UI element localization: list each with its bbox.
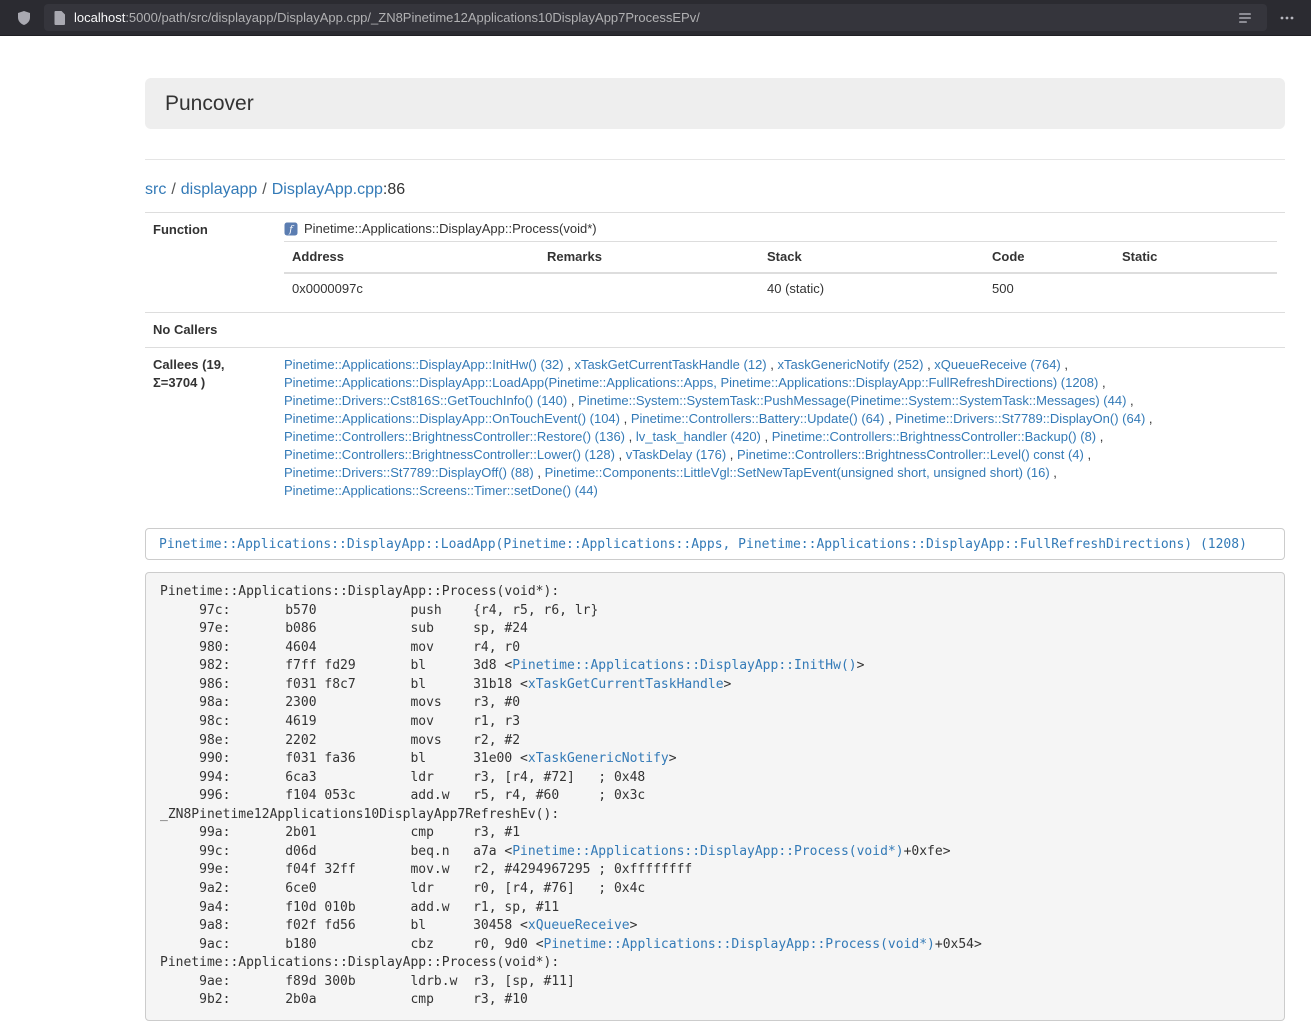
table-row-callees: Callees (19, Σ=3704 ) Pinetime::Applicat… — [145, 348, 1285, 509]
stats-header-row: Address Remarks Stack Code Static — [284, 242, 1277, 274]
tracking-protection-button[interactable] — [10, 5, 38, 31]
remarks-value — [539, 273, 759, 304]
callee-link[interactable]: Pinetime::System::SystemTask::PushMessag… — [578, 393, 1126, 408]
callee-link[interactable]: Pinetime::Drivers::St7789::DisplayOn() (… — [895, 411, 1145, 426]
assembly-symbol-link[interactable]: Pinetime::Applications::DisplayApp::Proc… — [544, 937, 935, 952]
browser-toolbar: localhost:5000/path/src/displayapp/Displ… — [0, 0, 1311, 36]
shield-icon — [16, 10, 32, 26]
column-remarks: Remarks — [539, 242, 759, 274]
function-cell: f Pinetime::Applications::DisplayApp::Pr… — [276, 213, 1285, 313]
table-row-function: Function f Pinetime::Applications::Displ… — [145, 213, 1285, 313]
assembly-code: Pinetime::Applications::DisplayApp::Proc… — [145, 572, 1285, 1021]
highlighted-callee-box: Pinetime::Applications::DisplayApp::Load… — [145, 528, 1285, 560]
callee-link[interactable]: Pinetime::Controllers::Battery::Update()… — [631, 411, 885, 426]
breadcrumb: src/displayapp/DisplayApp.cpp:86 — [145, 180, 1285, 200]
jumbotron: Puncover — [145, 78, 1285, 129]
highlighted-callee-link[interactable]: Pinetime::Applications::DisplayApp::Load… — [159, 537, 1247, 552]
page-actions-menu-button[interactable] — [1273, 5, 1301, 31]
static-value — [1114, 273, 1277, 304]
callees-cell: Pinetime::Applications::DisplayApp::Init… — [276, 348, 1285, 509]
callees-label: Callees (19, Σ=3704 ) — [145, 348, 276, 509]
callee-link[interactable]: Pinetime::Applications::DisplayApp::OnTo… — [284, 411, 620, 426]
breadcrumb-item-displayapp[interactable]: displayapp — [181, 181, 258, 198]
callee-link[interactable]: Pinetime::Drivers::Cst816S::GetTouchInfo… — [284, 393, 567, 408]
stack-value: 40 (static) — [759, 273, 984, 304]
breadcrumb-separator: / — [171, 181, 175, 198]
assembly-symbol-link[interactable]: xTaskGenericNotify — [528, 751, 669, 766]
callee-link[interactable]: Pinetime::Controllers::BrightnessControl… — [737, 447, 1084, 462]
callee-link[interactable]: Pinetime::Applications::DisplayApp::Init… — [284, 357, 564, 372]
callee-link[interactable]: xTaskGetCurrentTaskHandle (12) — [574, 357, 766, 372]
column-address: Address — [284, 242, 539, 274]
callee-link[interactable]: xQueueReceive (764) — [934, 357, 1060, 372]
function-name: Pinetime::Applications::DisplayApp::Proc… — [304, 221, 597, 237]
callee-link[interactable]: vTaskDelay (176) — [626, 447, 726, 462]
callee-link[interactable]: Pinetime::Components::LittleVgl::SetNewT… — [545, 465, 1050, 480]
table-row-callers: No Callers — [145, 313, 1285, 348]
callee-link[interactable]: Pinetime::Applications::DisplayApp::Load… — [284, 375, 1098, 390]
assembly-symbol-link[interactable]: Pinetime::Applications::DisplayApp::Proc… — [512, 844, 903, 859]
breadcrumb-item-src[interactable]: src — [145, 181, 166, 198]
divider — [145, 159, 1285, 160]
callee-link[interactable]: lv_task_handler (420) — [636, 429, 761, 444]
page-container: Puncover src/displayapp/DisplayApp.cpp:8… — [130, 78, 1300, 1021]
function-icon: f — [284, 222, 298, 236]
breadcrumb-item-file[interactable]: DisplayApp.cpp — [272, 181, 383, 198]
url-text: localhost:5000/path/src/displayapp/Displ… — [74, 10, 700, 25]
breadcrumb-separator: / — [262, 181, 266, 198]
column-stack: Stack — [759, 242, 984, 274]
assembly-symbol-link[interactable]: xTaskGetCurrentTaskHandle — [528, 677, 724, 692]
address-value: 0x0000097c — [284, 273, 539, 304]
url-path: :5000/path/src/displayapp/DisplayApp.cpp… — [125, 10, 700, 25]
symbol-stats-table: Address Remarks Stack Code Static 0x0000… — [284, 241, 1277, 304]
callers-cell — [276, 313, 1285, 348]
symbol-table: Function f Pinetime::Applications::Displ… — [145, 212, 1285, 508]
reader-mode-button[interactable] — [1233, 7, 1257, 29]
code-value: 500 — [984, 273, 1114, 304]
breadcrumb-line-number: :86 — [383, 181, 405, 198]
no-callers-label: No Callers — [145, 313, 276, 348]
column-code: Code — [984, 242, 1114, 274]
callee-link[interactable]: Pinetime::Controllers::BrightnessControl… — [772, 429, 1096, 444]
assembly-symbol-link[interactable]: Pinetime::Applications::DisplayApp::Init… — [512, 658, 856, 673]
address-bar[interactable]: localhost:5000/path/src/displayapp/Displ… — [44, 4, 1267, 31]
page-icon — [54, 11, 66, 25]
callee-link[interactable]: Pinetime::Controllers::BrightnessControl… — [284, 429, 625, 444]
callee-link[interactable]: xTaskGenericNotify (252) — [778, 357, 924, 372]
page-title: Puncover — [165, 91, 1265, 116]
stats-value-row: 0x0000097c 40 (static) 500 — [284, 273, 1277, 304]
column-static: Static — [1114, 242, 1277, 274]
assembly-symbol-link[interactable]: xQueueReceive — [528, 918, 630, 933]
callee-link[interactable]: Pinetime::Applications::Screens::Timer::… — [284, 483, 598, 498]
callee-link[interactable]: Pinetime::Controllers::BrightnessControl… — [284, 447, 615, 462]
function-row-label: Function — [145, 213, 276, 313]
kebab-menu-icon — [1279, 10, 1295, 26]
function-name-row: f Pinetime::Applications::DisplayApp::Pr… — [284, 221, 1277, 237]
reader-mode-icon — [1238, 11, 1252, 25]
url-host: localhost — [74, 10, 125, 25]
callee-link[interactable]: Pinetime::Drivers::St7789::DisplayOff() … — [284, 465, 534, 480]
